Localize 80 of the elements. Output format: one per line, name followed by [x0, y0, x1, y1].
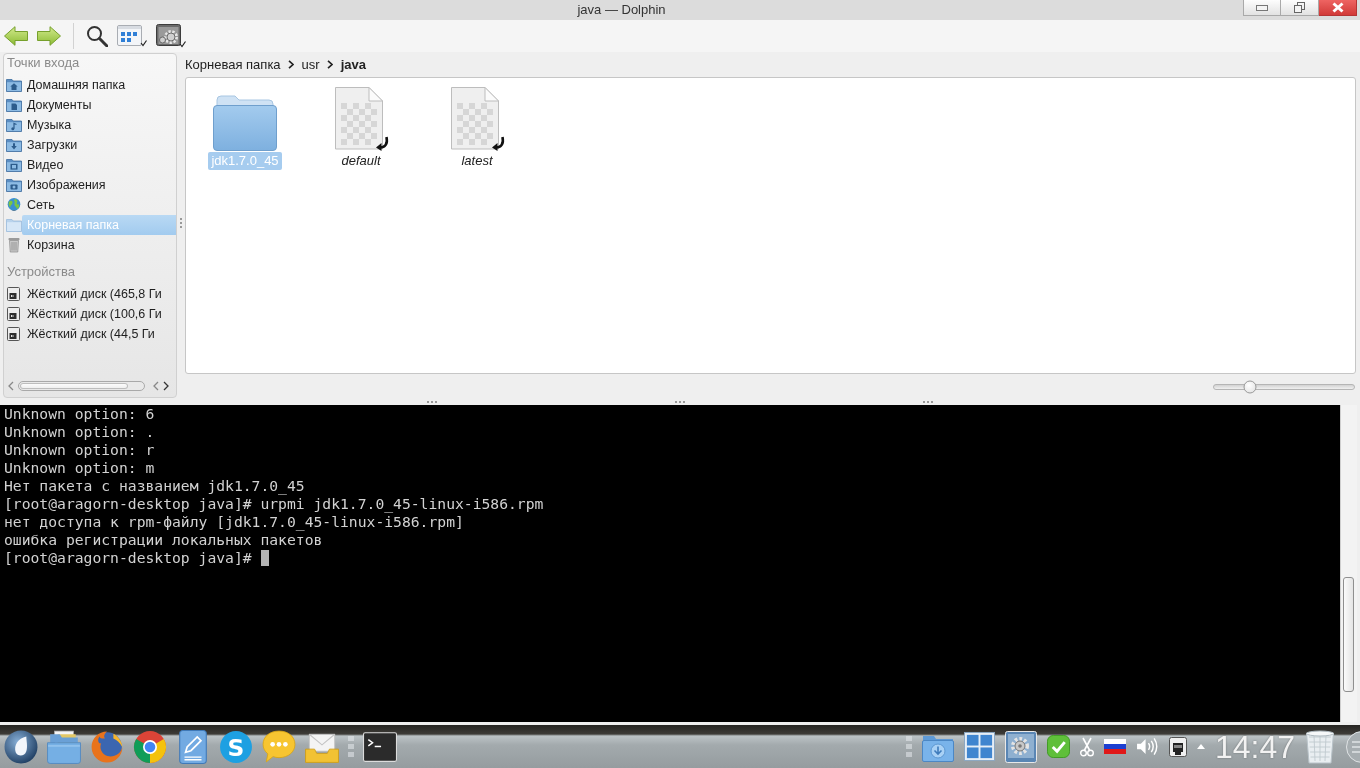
search-icon[interactable]	[86, 25, 108, 47]
home-folder-icon	[6, 77, 22, 93]
scroll-right-icon[interactable]	[163, 381, 169, 391]
terminal-line: [root@aragorn-desktop java]#	[4, 549, 252, 567]
trash-icon	[6, 237, 22, 253]
places-item[interactable]: Видео	[22, 155, 176, 175]
window-grid-icon[interactable]	[963, 731, 995, 762]
file-manager-icon[interactable]	[47, 729, 81, 764]
section-header: Устройства	[6, 265, 76, 279]
folder-icon[interactable]	[213, 95, 277, 151]
scrollbar-thumb[interactable]	[20, 383, 128, 389]
trash-icon[interactable]	[1305, 729, 1335, 764]
globe-icon	[6, 197, 22, 213]
window-title: java — Dolphin	[576, 1, 667, 19]
restore-button[interactable]	[1281, 0, 1319, 16]
splitter-grip-icon[interactable]	[427, 400, 437, 403]
file-name[interactable]: default	[338, 152, 384, 170]
system-settings-icon[interactable]	[1004, 730, 1037, 763]
places-item[interactable]: Сеть	[22, 195, 176, 215]
terminal-line: Unknown option: 6	[4, 405, 155, 423]
music-folder-icon	[6, 117, 22, 133]
hard-drive-icon	[6, 306, 22, 322]
back-arrow-icon[interactable]	[4, 26, 28, 46]
splitter-grip-icon[interactable]	[923, 400, 933, 403]
terminal-line: ошибка регистрации локальных пакетов	[4, 531, 323, 549]
scrollbar-track[interactable]	[18, 381, 145, 391]
terminal-line: [root@aragorn-desktop java]# urpmi jdk1.7.0_45-linux-i586.rpm	[4, 495, 544, 513]
terminal-line: Нет пакета с названием jdk1.7.0_45	[4, 477, 305, 495]
hard-drive-icon	[6, 326, 22, 342]
close-icon	[1331, 2, 1344, 13]
places-item[interactable]: Корзина	[22, 235, 176, 255]
terminal-line: Unknown option: .	[4, 423, 155, 441]
terminal-line: нет доступа к rpm-файлу [jdk1.7.0_45-linux-i586.rpm]	[4, 513, 464, 531]
download-folder-icon	[6, 137, 22, 153]
film-folder-icon	[6, 157, 22, 173]
grid-view-icon[interactable]	[117, 25, 147, 47]
terminal-line: Unknown option: r	[4, 441, 155, 459]
close-button[interactable]	[1319, 0, 1357, 16]
scrollbar-thumb[interactable]	[1343, 577, 1354, 692]
section-header: Точки входа	[6, 56, 81, 70]
breadcrumb-item[interactable]: java	[340, 56, 366, 72]
splitter-grip-icon[interactable]	[675, 400, 685, 403]
places-item[interactable]: Жёсткий диск (44,5 Ги	[22, 324, 176, 344]
chat-bubble-icon[interactable]	[262, 729, 296, 764]
chrome-icon[interactable]	[133, 729, 167, 764]
breadcrumb-item[interactable]: usr	[301, 56, 320, 72]
chevron-right-icon	[287, 59, 294, 69]
pencil-note-icon[interactable]	[176, 729, 210, 764]
volume-icon[interactable]	[1135, 737, 1159, 756]
terminal-icon[interactable]	[363, 729, 397, 764]
camera-folder-icon	[6, 177, 22, 193]
file-name[interactable]: latest	[458, 152, 496, 170]
document-folder-icon	[6, 97, 22, 113]
minimize-icon	[1256, 4, 1268, 11]
places-item[interactable]: Музыка	[22, 115, 176, 135]
places-item[interactable]: Домашняя папка	[22, 75, 176, 95]
chevron-right-icon	[326, 59, 333, 69]
places-item[interactable]: Загрузки	[22, 135, 176, 155]
places-item[interactable]: Жёсткий диск (465,8 Ги	[22, 284, 176, 304]
restore-icon	[1294, 2, 1305, 13]
expand-caret-icon[interactable]	[1196, 744, 1205, 749]
app-launcher-icon[interactable]	[4, 729, 38, 764]
firefox-icon[interactable]	[90, 729, 124, 764]
terminal-line: Unknown option: m	[4, 459, 155, 477]
slider-thumb[interactable]	[1243, 380, 1257, 394]
folder-icon	[6, 217, 22, 233]
breadcrumb-item[interactable]: Корневая папка	[185, 56, 281, 72]
settings-icon[interactable]	[156, 24, 186, 48]
minimize-button[interactable]	[1243, 0, 1281, 16]
checkmark-icon[interactable]	[1046, 735, 1070, 758]
scrollbar-track[interactable]	[1340, 405, 1357, 722]
places-item[interactable]: Документы	[22, 95, 176, 115]
places-item[interactable]: Жёсткий диск (100,6 Ги	[22, 304, 176, 324]
scissors-icon[interactable]	[1079, 736, 1094, 757]
network-plug-icon[interactable]	[1168, 736, 1187, 757]
places-item[interactable]: Изображения	[22, 175, 176, 195]
hard-drive-icon	[6, 286, 22, 302]
forward-arrow-icon[interactable]	[37, 26, 61, 46]
flag-icon[interactable]	[1103, 739, 1126, 754]
scroll-left-icon[interactable]	[8, 381, 14, 391]
